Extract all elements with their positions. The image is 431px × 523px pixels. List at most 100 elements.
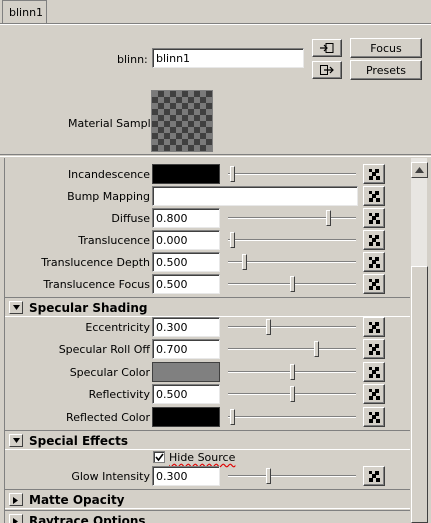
slider-thumb[interactable]: [314, 341, 319, 357]
slider-thumb[interactable]: [290, 364, 295, 380]
slider-thumb[interactable]: [242, 254, 247, 270]
section-raytrace-options[interactable]: Raytrace Options: [5, 510, 410, 523]
glow-intensity-label: Glow Intensity: [71, 470, 150, 483]
attribute-header: blinn: blinn1 Focus Presets Material Sam…: [0, 24, 431, 154]
material-sample-swatch[interactable]: [151, 90, 213, 152]
translucence-focus-field[interactable]: 0.500: [152, 274, 220, 294]
name-field[interactable]: blinn1: [152, 48, 304, 68]
section-title: Matte Opacity: [29, 493, 125, 507]
scrollbar-thumb[interactable]: [411, 266, 428, 523]
reflectivity-label: Reflectivity: [88, 388, 150, 401]
specular-rolloff-slider[interactable]: [228, 338, 356, 360]
reflectivity-field[interactable]: 0.500: [152, 384, 220, 404]
section-specular-shading[interactable]: Specular Shading: [5, 297, 410, 317]
output-connection-button[interactable]: [312, 61, 342, 79]
scroll-up-button[interactable]: [411, 162, 428, 178]
scroll-up-arrow-icon: [415, 167, 424, 173]
glow-intensity-field[interactable]: 0.300: [152, 466, 220, 486]
section-matte-opacity[interactable]: Matte Opacity: [5, 489, 410, 509]
translucence-depth-map-button[interactable]: [363, 252, 385, 272]
translucence-slider[interactable]: [228, 229, 356, 251]
presets-button[interactable]: Presets: [350, 60, 422, 80]
diffuse-field[interactable]: 0.800: [152, 208, 220, 228]
tab-blinn1[interactable]: blinn1: [2, 0, 47, 23]
section-special-effects[interactable]: Special Effects: [5, 430, 410, 450]
expand-arrow-icon[interactable]: [9, 493, 23, 506]
hide-source-label[interactable]: Hide Source: [169, 451, 235, 464]
reflectivity-map-button[interactable]: [363, 384, 385, 404]
translucence-depth-field[interactable]: 0.500: [152, 252, 220, 272]
translucence-field[interactable]: 0.000: [152, 230, 220, 250]
slider-thumb[interactable]: [230, 409, 235, 425]
hide-source-checkbox[interactable]: [153, 451, 165, 463]
checker-map-icon: [369, 191, 380, 202]
slider-thumb[interactable]: [290, 276, 295, 292]
eccentricity-slider[interactable]: [228, 316, 356, 338]
checkmark-icon: [155, 453, 164, 462]
specular-color-row: Specular Color: [5, 361, 410, 383]
collapse-arrow-icon[interactable]: [9, 434, 23, 447]
incandescence-map-button[interactable]: [363, 164, 385, 184]
eccentricity-row: Eccentricity 0.300: [5, 316, 410, 338]
attribute-scroll-area[interactable]: Incandescence Bump Mapping Diffuse 0.800…: [0, 158, 431, 523]
reflected-color-map-button[interactable]: [363, 407, 385, 427]
section-title: Specular Shading: [29, 301, 148, 315]
reflected-color-label: Reflected Color: [66, 411, 150, 424]
specular-color-slider[interactable]: [228, 361, 356, 383]
incandescence-slider[interactable]: [228, 163, 356, 185]
slider-thumb[interactable]: [290, 386, 295, 402]
checker-map-icon: [369, 322, 380, 333]
translucence-depth-row: Translucence Depth 0.500: [5, 251, 410, 273]
glow-intensity-map-button[interactable]: [363, 466, 385, 486]
reflected-color-row: Reflected Color: [5, 406, 410, 428]
glow-intensity-slider[interactable]: [228, 465, 356, 487]
diffuse-label: Diffuse: [111, 212, 150, 225]
slider-thumb[interactable]: [326, 210, 331, 226]
specular-rolloff-map-button[interactable]: [363, 339, 385, 359]
name-label: blinn:: [117, 53, 148, 66]
attribute-list: Incandescence Bump Mapping Diffuse 0.800…: [4, 158, 410, 523]
incandescence-label: Incandescence: [67, 168, 150, 181]
translucence-focus-row: Translucence Focus 0.500: [5, 273, 410, 295]
slider-thumb[interactable]: [266, 468, 271, 484]
translucence-focus-slider[interactable]: [228, 273, 356, 295]
bump-mapping-field[interactable]: [152, 186, 358, 206]
glow-intensity-row: Glow Intensity 0.300: [5, 465, 410, 487]
translucence-depth-slider[interactable]: [228, 251, 356, 273]
expand-arrow-icon[interactable]: [9, 514, 23, 523]
eccentricity-map-button[interactable]: [363, 317, 385, 337]
slider-thumb[interactable]: [266, 319, 271, 335]
specular-rolloff-label: Specular Roll Off: [58, 343, 150, 356]
reflected-color-slider[interactable]: [228, 406, 356, 428]
translucence-map-button[interactable]: [363, 230, 385, 250]
diffuse-slider[interactable]: [228, 207, 356, 229]
translucence-focus-map-button[interactable]: [363, 274, 385, 294]
reflectivity-slider[interactable]: [228, 383, 356, 405]
material-sample-label: Material Sample: [68, 117, 158, 130]
specular-color-swatch[interactable]: [152, 362, 220, 382]
output-arrow-icon: [320, 65, 334, 75]
specular-rolloff-field[interactable]: 0.700: [152, 339, 220, 359]
collapse-arrow-icon[interactable]: [9, 301, 23, 314]
focus-button[interactable]: Focus: [350, 38, 422, 58]
input-connection-button[interactable]: [312, 39, 342, 57]
translucence-depth-label: Translucence Depth: [41, 256, 150, 269]
vertical-scrollbar[interactable]: [410, 158, 428, 523]
section-title: Raytrace Options: [29, 514, 146, 523]
bump-mapping-map-button[interactable]: [363, 186, 385, 206]
checker-map-icon: [369, 279, 380, 290]
diffuse-map-button[interactable]: [363, 208, 385, 228]
reflectivity-row: Reflectivity 0.500: [5, 383, 410, 405]
reflected-color-swatch[interactable]: [152, 407, 220, 427]
slider-thumb[interactable]: [230, 232, 235, 248]
slider-thumb[interactable]: [230, 166, 235, 182]
incandescence-color-swatch[interactable]: [152, 164, 220, 184]
specular-color-map-button[interactable]: [363, 362, 385, 382]
checker-map-icon: [369, 389, 380, 400]
section-title: Special Effects: [29, 434, 129, 448]
eccentricity-field[interactable]: 0.300: [152, 317, 220, 337]
translucence-label: Translucence: [78, 234, 150, 247]
checker-map-icon: [369, 367, 380, 378]
diffuse-row: Diffuse 0.800: [5, 207, 410, 229]
checker-map-icon: [369, 257, 380, 268]
